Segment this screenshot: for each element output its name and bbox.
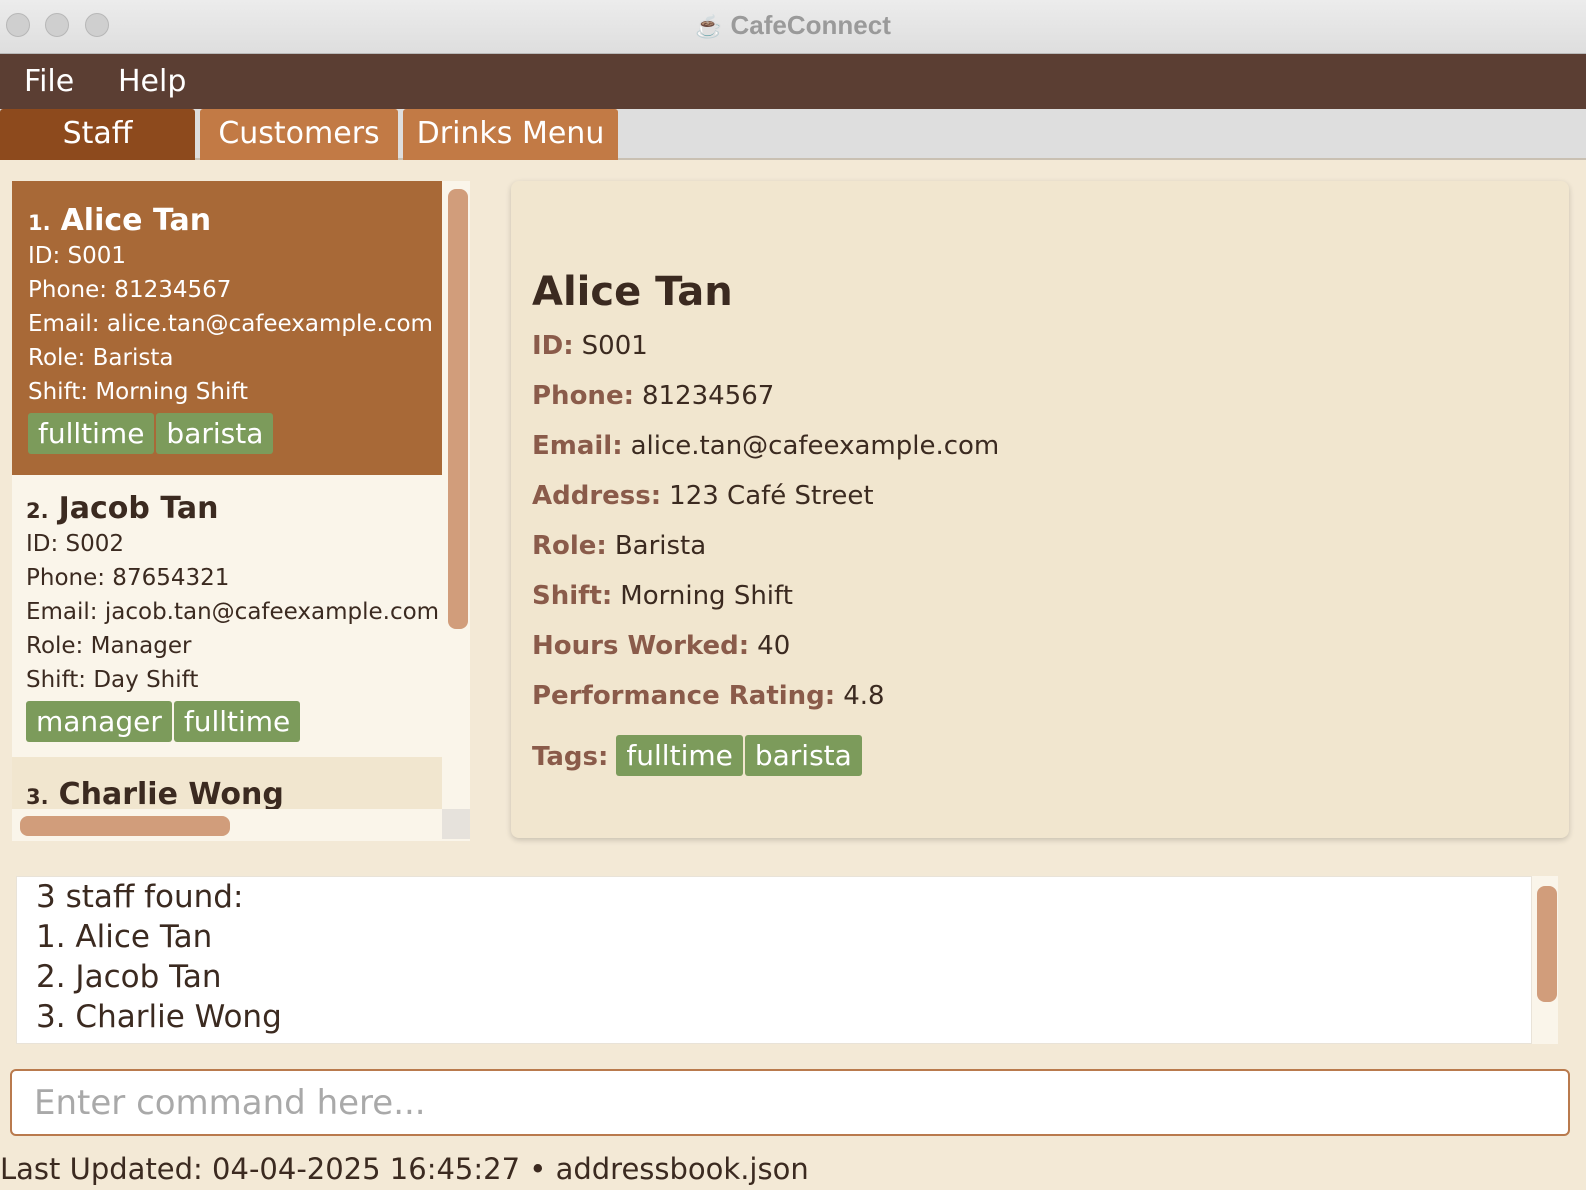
- staff-card-tags: fulltime barista: [28, 413, 442, 454]
- tab-drinks-menu[interactable]: Drinks Menu: [403, 109, 618, 160]
- staff-card-shift: Shift: Day Shift: [26, 667, 199, 693]
- staff-card-phone: Phone: 87654321: [26, 565, 230, 591]
- tag-chip: fulltime: [28, 413, 155, 454]
- staff-card-id: ID: S001: [28, 243, 127, 269]
- detail-value: Morning Shift: [620, 581, 793, 611]
- tag-chip: barista: [156, 413, 274, 454]
- result-line: 3. Charlie Wong: [36, 999, 282, 1035]
- detail-hours-row: Hours Worked: 40: [532, 631, 790, 661]
- detail-rating-row: Performance Rating: 4.8: [532, 681, 885, 711]
- result-line: 1. Alice Tan: [36, 919, 213, 955]
- window-title: ☕ CafeConnect: [0, 10, 1586, 41]
- title-bar: ☕ CafeConnect: [0, 0, 1586, 54]
- menu-bar: File Help: [0, 54, 1586, 109]
- staff-card-name: Jacob Tan: [58, 491, 219, 526]
- detail-value: alice.tan@cafeexample.com: [630, 431, 1000, 461]
- result-vertical-scroll-thumb[interactable]: [1537, 886, 1557, 1002]
- staff-card-2[interactable]: 2. Jacob Tan ID: S002 Phone: 87654321 Ema…: [12, 475, 442, 757]
- result-display: 3 staff found: 1. Alice Tan 2. Jacob Tan…: [16, 876, 1532, 1044]
- staff-card-email: Email: alice.tan@cafeexample.com: [28, 311, 433, 337]
- tab-staff[interactable]: Staff: [0, 109, 195, 160]
- staff-card-header: 2. Jacob Tan: [26, 491, 442, 527]
- staff-card-shift: Shift: Morning Shift: [28, 379, 249, 405]
- staff-card-phone: Phone: 81234567: [28, 277, 232, 303]
- scrollbar-corner: [442, 809, 470, 839]
- detail-label: Hours Worked:: [532, 631, 750, 661]
- detail-name: Alice Tan: [532, 269, 733, 315]
- staff-card-role: Role: Manager: [26, 633, 192, 659]
- staff-list-panel: 1. Alice Tan ID: S001 Phone: 81234567 Ema…: [12, 181, 470, 841]
- status-bar: Last Updated: 04-04-2025 16:45:27 • addr…: [0, 1152, 809, 1186]
- staff-card-name: Alice Tan: [60, 203, 212, 238]
- detail-label: Email:: [532, 431, 623, 461]
- detail-email-row: Email: alice.tan@cafeexample.com: [532, 431, 999, 461]
- detail-label: ID:: [532, 331, 574, 361]
- detail-label: Role:: [532, 531, 607, 561]
- window-title-text: CafeConnect: [730, 10, 891, 40]
- staff-card-index: 2.: [26, 499, 49, 523]
- detail-value: 4.8: [843, 681, 885, 711]
- detail-label: Phone:: [532, 381, 634, 411]
- staff-detail-panel: Alice Tan ID: S001 Phone: 81234567 Email: a…: [511, 181, 1569, 838]
- detail-id-row: ID: S001: [532, 331, 648, 361]
- result-line: 2. Jacob Tan: [36, 959, 222, 995]
- detail-phone-row: Phone: 81234567: [532, 381, 774, 411]
- detail-label: Shift:: [532, 581, 613, 611]
- detail-label: Tags:: [532, 742, 609, 772]
- staff-card-email: Email: jacob.tan@cafeexample.com: [26, 599, 440, 625]
- staff-card-index: 3.: [26, 785, 49, 809]
- detail-shift-row: Shift: Morning Shift: [532, 581, 793, 611]
- tag-chip: fulltime: [173, 701, 301, 742]
- detail-role-row: Role: Barista: [532, 531, 706, 561]
- command-input[interactable]: [10, 1069, 1570, 1136]
- staff-card-header: 3. Charlie Wong: [26, 777, 442, 809]
- detail-value: S001: [581, 331, 648, 361]
- staff-card-1[interactable]: 1. Alice Tan ID: S001 Phone: 81234567 Ema…: [12, 181, 442, 475]
- staff-card-index: 1.: [28, 211, 51, 235]
- staff-card-role: Role: Barista: [28, 345, 174, 371]
- result-line: 3 staff found:: [36, 879, 244, 915]
- staff-card-name: Charlie Wong: [58, 777, 284, 809]
- detail-value: 123 Café Street: [669, 481, 874, 511]
- staff-card-header: 1. Alice Tan: [28, 203, 442, 239]
- staff-card-id: ID: S002: [26, 531, 125, 557]
- tab-customers[interactable]: Customers: [200, 109, 398, 160]
- tag-chip: fulltime: [616, 735, 743, 776]
- detail-value: Barista: [614, 531, 707, 561]
- list-horizontal-scroll-thumb[interactable]: [20, 816, 230, 836]
- detail-label: Address:: [532, 481, 662, 511]
- staff-card-3[interactable]: 3. Charlie Wong: [12, 757, 442, 809]
- coffee-cup-icon: ☕: [695, 14, 723, 39]
- tag-chip: barista: [744, 735, 862, 776]
- detail-label: Performance Rating:: [532, 681, 836, 711]
- menu-file[interactable]: File: [24, 64, 74, 99]
- tag-chip: manager: [26, 701, 172, 742]
- detail-tags-row: Tags: fulltime barista: [532, 735, 862, 776]
- detail-value: 40: [757, 631, 791, 661]
- list-vertical-scroll-thumb[interactable]: [448, 189, 468, 629]
- detail-value: 81234567: [641, 381, 775, 411]
- tab-bar: Staff Customers Drinks Menu: [0, 109, 1586, 160]
- detail-address-row: Address: 123 Café Street: [532, 481, 874, 511]
- menu-help[interactable]: Help: [118, 64, 186, 99]
- staff-card-tags: manager fulltime: [26, 701, 442, 742]
